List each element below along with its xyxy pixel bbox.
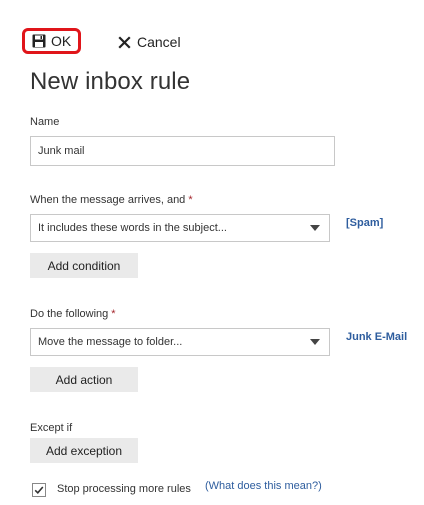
condition-label-text: When the message arrives, and <box>30 194 186 206</box>
required-marker: * <box>188 194 193 206</box>
action-dropdown[interactable]: Move the message to folder... <box>30 328 330 356</box>
action-label: Do the following * <box>30 308 116 320</box>
stop-processing-label: Stop processing more rules <box>57 483 191 495</box>
add-action-button[interactable]: Add action <box>30 367 138 392</box>
condition-dropdown[interactable]: It includes these words in the subject..… <box>30 214 330 242</box>
condition-value-link[interactable]: [Spam] <box>346 217 383 229</box>
exception-label: Except if <box>30 422 73 434</box>
close-icon <box>118 35 131 49</box>
checkmark-icon <box>34 486 44 494</box>
help-link[interactable]: (What does this mean?) <box>205 480 322 492</box>
chevron-down-icon <box>310 339 320 345</box>
cancel-button-label: Cancel <box>137 34 181 50</box>
name-input[interactable] <box>30 136 335 166</box>
action-label-text: Do the following <box>30 308 109 320</box>
page-title: New inbox rule <box>30 68 191 95</box>
add-exception-button[interactable]: Add exception <box>30 438 138 463</box>
action-dropdown-value: Move the message to folder... <box>38 336 183 348</box>
required-marker: * <box>111 308 116 320</box>
condition-label: When the message arrives, and * <box>30 194 193 206</box>
cancel-button[interactable]: Cancel <box>118 32 181 52</box>
condition-dropdown-value: It includes these words in the subject..… <box>38 222 227 234</box>
action-value-link[interactable]: Junk E-Mail <box>346 331 407 343</box>
ok-button[interactable]: OK <box>22 28 81 54</box>
name-label: Name <box>30 116 60 128</box>
stop-processing-checkbox[interactable] <box>32 483 46 497</box>
ok-button-label: OK <box>51 33 72 49</box>
save-icon <box>32 34 46 48</box>
chevron-down-icon <box>310 225 320 231</box>
add-condition-button[interactable]: Add condition <box>30 253 138 278</box>
